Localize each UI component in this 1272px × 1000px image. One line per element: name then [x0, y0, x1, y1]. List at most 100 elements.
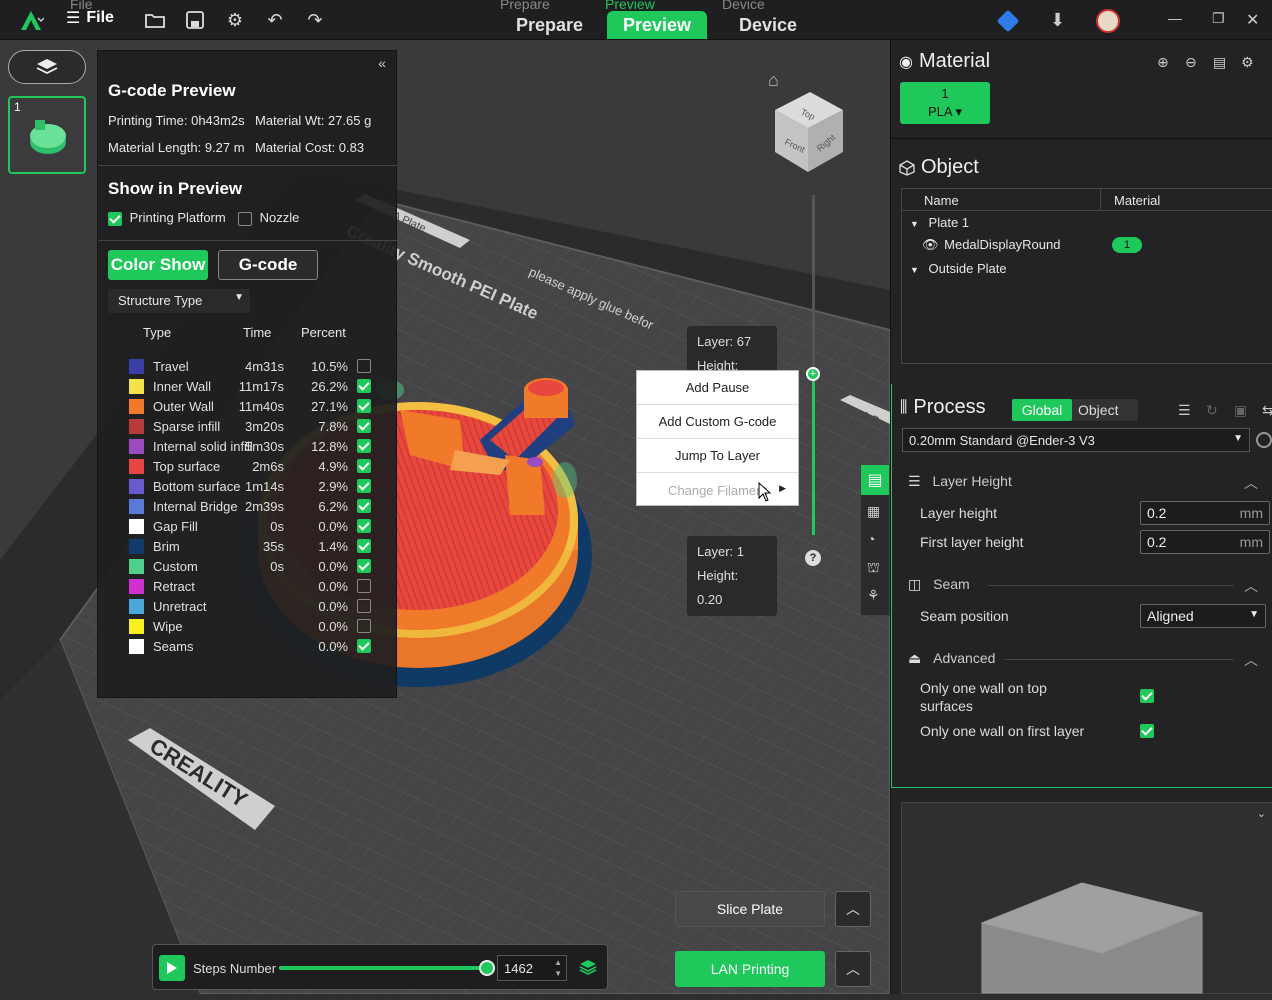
collapse-panel-icon[interactable]: « [378, 55, 386, 71]
expand-preview-icon[interactable]: ⌄ [1257, 807, 1266, 820]
legend-visibility-checkbox[interactable] [357, 639, 371, 653]
add-pause-menu-item[interactable]: Add Pause [637, 371, 798, 405]
model-material-badge[interactable]: 1 [1112, 237, 1142, 253]
one-wall-first-checkbox[interactable] [1140, 724, 1154, 738]
layer-slider-top-knob[interactable]: + [806, 367, 820, 381]
legend-visibility-checkbox[interactable] [357, 419, 371, 433]
first-layer-height-input[interactable]: 0.2 mm [1140, 530, 1270, 554]
legend-visibility-checkbox[interactable] [357, 619, 371, 633]
legend-type-percent: 1.4% [318, 539, 348, 554]
advanced-group-header[interactable]: ⏏ Advanced ︿ [908, 650, 1258, 670]
slice-plate-button[interactable]: Slice Plate [675, 891, 825, 927]
slice-options-chevron-up-icon[interactable]: ︿ [835, 891, 871, 927]
download-icon[interactable]: ⬇ [1050, 10, 1065, 31]
nozzle-toggle[interactable]: Nozzle [238, 210, 299, 226]
layers-stack-icon[interactable] [579, 958, 599, 978]
legend-visibility-checkbox[interactable] [357, 359, 371, 373]
seam-group-header[interactable]: ◫ Seam ︿ [908, 576, 1258, 596]
remove-material-icon[interactable]: ⊖ [1185, 54, 1201, 70]
plate-layers-button[interactable] [8, 50, 86, 84]
home-view-icon[interactable]: ⌂ [768, 70, 779, 91]
strength-settings-icon[interactable]: ▦ [867, 503, 880, 520]
share-icon[interactable]: ⇆ [1262, 402, 1272, 418]
close-icon[interactable]: ✕ [1246, 10, 1259, 30]
reset-icon[interactable]: ↻ [1206, 402, 1222, 418]
quality-settings-icon[interactable]: ▤ [861, 465, 889, 495]
nozzle-checkbox[interactable] [238, 211, 252, 226]
legend-visibility-checkbox[interactable] [357, 499, 371, 513]
redo-icon[interactable]: ↷ [304, 9, 326, 31]
tree-row-plate-1[interactable]: ▼ Plate 1 [910, 215, 969, 230]
scope-global-tab[interactable]: Global [1012, 399, 1072, 421]
legend-color-swatch [128, 518, 145, 535]
settings-gear-icon[interactable]: ⚙ [224, 9, 246, 31]
legend-visibility-checkbox[interactable] [357, 599, 371, 613]
printing-platform-checkbox[interactable] [108, 211, 122, 226]
legend-visibility-checkbox[interactable] [357, 379, 371, 393]
scope-object-tab[interactable]: Object [1078, 402, 1118, 418]
layer-height-group-header[interactable]: ☰ Layer Height ︿ [908, 473, 1258, 493]
file-menu[interactable]: ☰ File [66, 8, 114, 28]
seam-position-select[interactable]: Aligned ▼ [1140, 604, 1266, 628]
gcode-view-button[interactable]: G-code [218, 250, 318, 280]
chevron-up-icon[interactable]: ︿ [1244, 473, 1258, 493]
lan-printing-button[interactable]: LAN Printing [675, 951, 825, 987]
print-options-chevron-up-icon[interactable]: ︿ [835, 951, 871, 987]
plate-thumbnail[interactable]: 1 [8, 96, 86, 174]
speed-settings-icon[interactable]: ◔ [867, 531, 875, 547]
legend-visibility-checkbox[interactable] [357, 519, 371, 533]
tab-preview[interactable]: Preview [607, 11, 707, 39]
chevron-up-icon[interactable]: ︿ [1244, 650, 1258, 670]
material-title-label: Material [918, 50, 991, 72]
list-view-icon[interactable]: ☰ [1178, 402, 1194, 418]
material-slot-1[interactable]: 1 PLA ▾ [900, 82, 990, 124]
play-button[interactable] [159, 955, 185, 981]
add-material-icon[interactable]: ⊕ [1157, 54, 1173, 70]
legend-row: Bottom surface 1m14s 2.9% [128, 477, 388, 497]
spinner-arrows-icon[interactable]: ▲ ▼ [554, 957, 562, 979]
tree-row-outside-plate[interactable]: ▼ Outside Plate [910, 261, 1007, 276]
tab-prepare[interactable]: Prepare [500, 11, 599, 39]
steps-slider[interactable] [279, 966, 487, 970]
minimize-icon[interactable]: — [1168, 10, 1182, 26]
add-custom-gcode-menu-item[interactable]: Add Custom G-code [637, 405, 798, 439]
one-wall-top-checkbox[interactable] [1140, 689, 1154, 703]
app-logo-icon[interactable] [18, 8, 44, 32]
help-icon[interactable]: ? [805, 550, 821, 566]
save-icon[interactable] [184, 9, 206, 31]
legend-visibility-checkbox[interactable] [357, 559, 371, 573]
chevron-up-icon[interactable]: ︿ [1244, 576, 1258, 596]
legend-visibility-checkbox[interactable] [357, 399, 371, 413]
legend-visibility-checkbox[interactable] [357, 479, 371, 493]
cloud-cube-icon[interactable] [996, 9, 1020, 33]
printing-platform-toggle[interactable]: Printing Platform [108, 210, 226, 226]
undo-icon[interactable]: ↶ [264, 9, 286, 31]
structure-type-dropdown[interactable]: Structure Type ▼ [108, 289, 250, 313]
steps-number-input[interactable]: 1462 ▲ ▼ [497, 955, 567, 981]
others-settings-icon[interactable]: ⚘ [867, 587, 880, 604]
legend-visibility-checkbox[interactable] [357, 459, 371, 473]
layer-height-input[interactable]: 0.2 mm [1140, 501, 1270, 525]
edit-material-icon[interactable]: ▤ [1213, 54, 1229, 70]
tree-row-model[interactable]: 👁 MedalDisplayRound 1 [922, 237, 1262, 253]
save-preset-icon[interactable]: ▣ [1234, 402, 1250, 418]
process-scope-toggle: Global Object [1012, 399, 1138, 421]
steps-slider-knob[interactable] [479, 960, 495, 976]
open-folder-icon[interactable] [144, 9, 166, 31]
visibility-eye-icon[interactable]: 👁 [922, 237, 939, 252]
legend-visibility-checkbox[interactable] [357, 439, 371, 453]
color-show-button[interactable]: Color Show [108, 250, 208, 280]
legend-type-name: Seams [153, 639, 194, 654]
restore-icon[interactable]: ❐ [1212, 10, 1225, 27]
compare-icon[interactable] [1256, 432, 1272, 448]
jump-to-layer-menu-item[interactable]: Jump To Layer [637, 439, 798, 473]
material-settings-gear-icon[interactable]: ⚙ [1241, 54, 1257, 70]
process-preset-dropdown[interactable]: 0.20mm Standard @Ender-3 V3 ▼ [902, 428, 1250, 452]
user-avatar[interactable] [1096, 9, 1120, 33]
legend-visibility-checkbox[interactable] [357, 539, 371, 553]
tab-device[interactable]: Device [723, 11, 813, 39]
support-settings-icon[interactable]: ⛫ [867, 559, 880, 578]
legend-visibility-checkbox[interactable] [357, 579, 371, 593]
divider [891, 138, 1272, 139]
legend-type-percent: 2.9% [318, 479, 348, 494]
